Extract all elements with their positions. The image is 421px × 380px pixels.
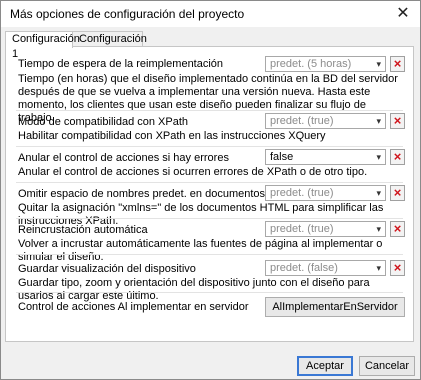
cancel-button[interactable]: Cancelar bbox=[359, 356, 415, 376]
setting-label-omit-namespace: Omitir espacio de nombres predet. en doc… bbox=[18, 188, 299, 200]
reset-save-device-view-button[interactable]: × bbox=[390, 260, 405, 276]
title-bar: Más opciones de configuración del proyec… bbox=[1, 1, 420, 27]
tab-configuracion-1[interactable]: Configuración 1 bbox=[5, 31, 80, 60]
chevron-down-icon: ▾ bbox=[376, 224, 381, 234]
close-icon[interactable]: ✕ bbox=[392, 3, 414, 25]
chevron-down-icon: ▾ bbox=[376, 116, 381, 126]
setting-label-xpath-compat: Modo de compatibilidad con XPath bbox=[18, 116, 188, 128]
cancel-on-errors-value: false bbox=[270, 151, 294, 163]
reset-redeploy-timeout-button[interactable]: × bbox=[390, 56, 405, 72]
reset-xpath-compat-button[interactable]: × bbox=[390, 113, 405, 129]
setting-label-auto-reembed: Reincrustación automática bbox=[18, 224, 148, 236]
setting-label-redeploy-timeout: Tiempo de espera de la reimplementación bbox=[18, 58, 224, 70]
ok-button[interactable]: Aceptar bbox=[297, 356, 353, 376]
setting-label-cancel-on-errors: Anular el control de acciones si hay err… bbox=[18, 152, 229, 164]
chevron-down-icon: ▾ bbox=[376, 263, 381, 273]
reset-icon: × bbox=[393, 149, 402, 164]
server-action-label: Control de acciones Al implementar en se… bbox=[18, 301, 249, 313]
cancel-on-errors-select[interactable]: false ▾ bbox=[265, 149, 386, 165]
reset-icon: × bbox=[393, 56, 402, 71]
setting-desc-cancel-on-errors: Anular el control de acciones si ocurren… bbox=[18, 166, 368, 178]
xpath-compat-value: predet. (true) bbox=[270, 115, 334, 127]
redeploy-timeout-select[interactable]: predet. (5 horas) ▾ bbox=[265, 56, 386, 72]
settings-panel: Tiempo de espera de la reimplementación … bbox=[5, 46, 414, 342]
setting-label-save-device-view: Guardar visualización del dispositivo bbox=[18, 263, 196, 275]
reset-icon: × bbox=[393, 221, 402, 236]
save-device-view-value: predet. (false) bbox=[270, 262, 338, 274]
reset-auto-reembed-button[interactable]: × bbox=[390, 221, 405, 237]
reset-cancel-on-errors-button[interactable]: × bbox=[390, 149, 405, 165]
chevron-down-icon: ▾ bbox=[376, 188, 381, 198]
divider bbox=[16, 146, 403, 147]
chevron-down-icon: ▾ bbox=[376, 59, 381, 69]
tab-configuracion-2[interactable]: Configuración 2 bbox=[72, 31, 147, 60]
save-device-view-select[interactable]: predet. (false) ▾ bbox=[265, 260, 386, 276]
divider bbox=[16, 182, 403, 183]
on-deploy-to-server-button[interactable]: AlImplementarEnServidor bbox=[265, 297, 405, 317]
reset-icon: × bbox=[393, 185, 402, 200]
auto-reembed-select[interactable]: predet. (true) ▾ bbox=[265, 221, 386, 237]
xpath-compat-select[interactable]: predet. (true) ▾ bbox=[265, 113, 386, 129]
reset-icon: × bbox=[393, 260, 402, 275]
divider bbox=[16, 110, 403, 111]
redeploy-timeout-value: predet. (5 horas) bbox=[270, 58, 352, 70]
divider bbox=[16, 254, 403, 255]
auto-reembed-value: predet. (true) bbox=[270, 223, 334, 235]
omit-namespace-value: predet. (true) bbox=[270, 187, 334, 199]
reset-omit-namespace-button[interactable]: × bbox=[390, 185, 405, 201]
divider bbox=[16, 292, 403, 293]
chevron-down-icon: ▾ bbox=[376, 152, 381, 162]
omit-namespace-select[interactable]: predet. (true) ▾ bbox=[265, 185, 386, 201]
project-settings-dialog: Más opciones de configuración del proyec… bbox=[0, 0, 421, 380]
reset-icon: × bbox=[393, 113, 402, 128]
setting-desc-xpath-compat: Habilitar compatibilidad con XPath en la… bbox=[18, 130, 326, 142]
divider bbox=[16, 218, 403, 219]
dialog-title: Más opciones de configuración del proyec… bbox=[10, 7, 245, 21]
